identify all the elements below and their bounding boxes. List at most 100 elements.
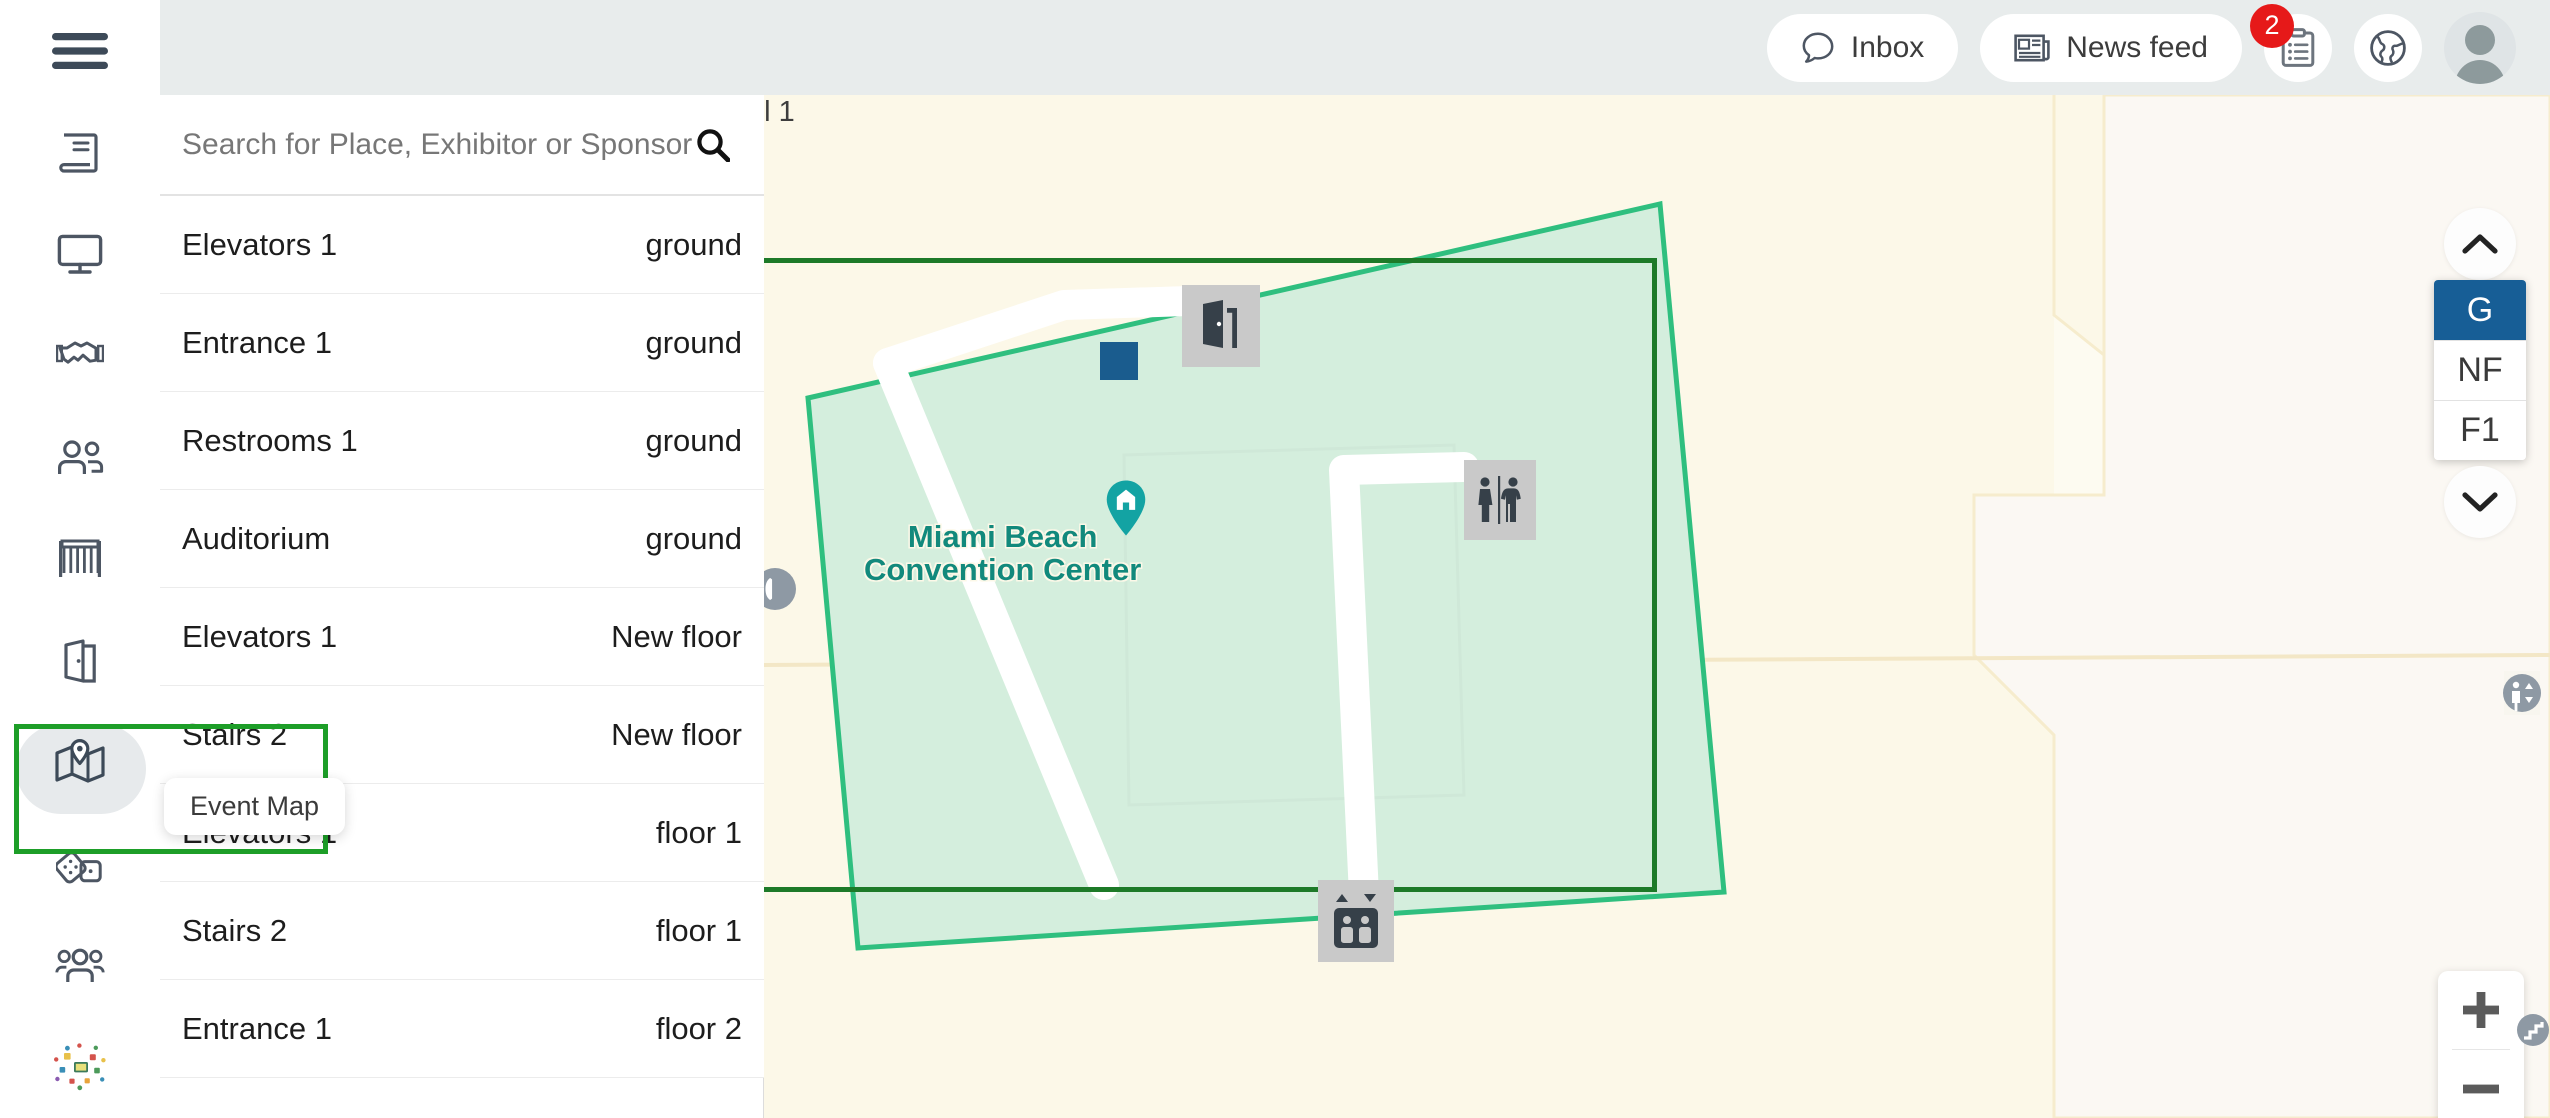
- entrance-poi[interactable]: [1182, 285, 1260, 367]
- parking-pin[interactable]: P: [764, 223, 766, 306]
- event-map-canvas[interactable]: Miami Beach Convention Center G NF F1: [764, 95, 2550, 1118]
- plus-icon: [2463, 992, 2499, 1028]
- inbox-button[interactable]: Inbox: [1766, 13, 1959, 82]
- map-zoom-controls[interactable]: [2438, 971, 2524, 1118]
- sidebar-item-event-map[interactable]: [0, 712, 160, 814]
- elevator-icon: [1334, 894, 1378, 948]
- sidebar-item-live-stream[interactable]: [0, 204, 160, 306]
- stairs-icon: [2517, 1014, 2549, 1046]
- place-name: Stairs 2: [182, 912, 288, 948]
- search-icon[interactable]: [696, 128, 731, 162]
- floor-up-button[interactable]: [2444, 208, 2516, 280]
- place-floor: ground: [645, 226, 742, 262]
- place-name: Entrance 1: [182, 1010, 332, 1046]
- zoom-out-button[interactable]: [2438, 1050, 2524, 1118]
- sidebar-item-sponsors[interactable]: [0, 1017, 160, 1118]
- sidebar-item-groups[interactable]: [0, 915, 160, 1017]
- event-map-tooltip: Event Map: [164, 778, 346, 835]
- place-floor: New floor: [611, 716, 742, 752]
- sidebar-item-gamification[interactable]: [0, 813, 160, 915]
- stairs-marker[interactable]: [2516, 1010, 2550, 1050]
- search-input[interactable]: [182, 127, 696, 162]
- place-floor: ground: [645, 520, 742, 556]
- place-floor: ground: [645, 324, 742, 360]
- avatar-body: [2455, 59, 2505, 84]
- app-root: Miami Beach Convention Center G NF F1 el…: [0, 0, 2550, 1118]
- restrooms-poi[interactable]: [1464, 460, 1536, 540]
- place-row[interactable]: Elevators 1 ground: [160, 196, 764, 294]
- sidebar-item-program[interactable]: [0, 102, 160, 204]
- place-row[interactable]: Stairs 2 floor 1: [160, 882, 764, 980]
- handshake-icon: [56, 341, 104, 365]
- sidebar-item-expo[interactable]: [0, 509, 160, 611]
- open-door-icon: [64, 639, 96, 683]
- sidebar-item-networking[interactable]: [0, 306, 160, 408]
- place-name: Restrooms 1: [182, 422, 358, 458]
- place-name: Elevators 1: [182, 618, 338, 654]
- floor-down-button[interactable]: [2444, 466, 2516, 538]
- header-right-group: 2: [2250, 3, 2516, 84]
- places-list[interactable]: Elevators 1 ground Entrance 1 ground Res…: [160, 196, 764, 1078]
- place-name: Elevators 1: [182, 226, 338, 262]
- restrooms-man-woman-icon: [1478, 476, 1521, 524]
- place-row[interactable]: Restrooms 1 ground: [160, 392, 764, 490]
- place-row[interactable]: Stairs 2 New floor: [160, 686, 764, 784]
- notes-badge: 2: [2250, 3, 2294, 48]
- chat-bubble-icon: [1802, 32, 1834, 63]
- sidebar-item-menu[interactable]: [0, 0, 160, 102]
- minus-icon: [2463, 1084, 2499, 1094]
- telephone-icon: [765, 578, 773, 600]
- floor-options-list[interactable]: G NF F1: [2434, 280, 2526, 460]
- news-feed-button[interactable]: News feed: [1980, 13, 2242, 82]
- place-floor: floor 1: [655, 814, 742, 850]
- avatar-head: [2465, 24, 2495, 55]
- globe-icon: [2370, 29, 2406, 66]
- avatar[interactable]: [2444, 11, 2516, 84]
- place-row[interactable]: Entrance 1 ground: [160, 294, 764, 392]
- elevator-marker-right[interactable]: [2500, 667, 2544, 724]
- booth-curtain-icon: [59, 539, 101, 578]
- newspaper-icon: [2014, 33, 2050, 61]
- sidebar-item-rooms[interactable]: [0, 610, 160, 712]
- place-name: Auditorium: [182, 520, 331, 556]
- place-name: Stairs 2: [182, 716, 288, 752]
- place-row[interactable]: Elevators 1 New floor: [160, 588, 764, 686]
- place-floor: floor 2: [655, 1010, 742, 1046]
- places-panel: Elevators 1 ground Entrance 1 ground Res…: [160, 0, 764, 1118]
- place-row[interactable]: Auditorium ground: [160, 490, 764, 588]
- news-feed-label: News feed: [2066, 30, 2208, 64]
- elevators-poi[interactable]: [1318, 880, 1394, 962]
- language-button[interactable]: [2354, 13, 2422, 82]
- place-floor: New floor: [611, 618, 742, 654]
- open-door-icon: [1203, 300, 1237, 348]
- notes-button[interactable]: 2: [2250, 3, 2332, 82]
- sidebar-item-attendees[interactable]: [0, 407, 160, 509]
- monitor-icon: [57, 234, 103, 274]
- folded-map-pin-icon: [55, 738, 105, 783]
- dice-icon: [56, 851, 102, 884]
- top-header: Inbox News feed 2: [160, 0, 2550, 95]
- floor-option-f1[interactable]: F1: [2434, 400, 2526, 460]
- parking-p-pin-icon: P: [764, 223, 766, 301]
- place-floor: floor 1: [655, 912, 742, 948]
- zoom-in-button[interactable]: [2438, 971, 2524, 1049]
- hamburger-menu-icon: [52, 33, 108, 70]
- floor-option-nf[interactable]: NF: [2434, 340, 2526, 400]
- two-people-icon: [58, 440, 104, 474]
- floor-option-g[interactable]: G: [2434, 280, 2526, 340]
- chevron-down-icon: [2462, 492, 2498, 512]
- confetti-collage-icon: [54, 1043, 106, 1091]
- chevron-up-icon: [2462, 234, 2498, 254]
- convention-center-pin-icon: [1106, 480, 1146, 536]
- place-floor: ground: [645, 422, 742, 458]
- elevator-icon: [2503, 671, 2541, 715]
- floor-selector[interactable]: G NF F1: [2434, 208, 2526, 538]
- place-name: Entrance 1: [182, 324, 332, 360]
- book-icon: [59, 133, 98, 173]
- left-icon-rail: [0, 0, 160, 1118]
- search-bar[interactable]: [160, 95, 764, 196]
- inbox-label: Inbox: [1850, 30, 1925, 64]
- building-label: Miami Beach Convention Center: [864, 519, 1142, 588]
- place-row[interactable]: Entrance 1 floor 2: [160, 980, 764, 1078]
- three-people-icon: [55, 948, 105, 982]
